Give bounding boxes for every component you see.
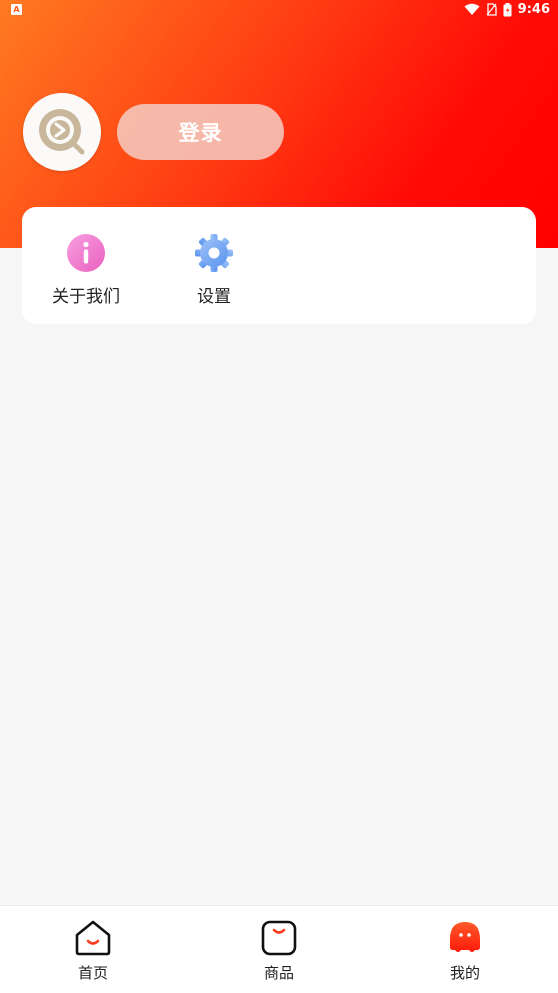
- goods-bag-icon: [261, 920, 297, 956]
- status-bar: A 9:46: [0, 0, 558, 22]
- app-logo-icon: [39, 109, 85, 155]
- profile-mascot-icon: [450, 922, 480, 952]
- info-icon: [67, 234, 105, 272]
- menu-item-label: 关于我们: [52, 287, 120, 307]
- wifi-icon: [464, 3, 480, 15]
- home-icon: [75, 920, 111, 956]
- nav-label: 我的: [449, 964, 480, 982]
- nav-item-goods[interactable]: 商品: [186, 906, 372, 993]
- menu-item-about-us[interactable]: 关于我们: [22, 207, 150, 324]
- avatar[interactable]: [23, 93, 101, 171]
- status-right-group: 9:46: [464, 2, 550, 17]
- menu-card: 关于我们 设置: [22, 207, 536, 324]
- gear-icon: [195, 234, 233, 272]
- notification-app-icon: A: [11, 4, 22, 15]
- battery-icon: [503, 2, 512, 16]
- nav-label: 首页: [77, 964, 108, 982]
- nav-item-home[interactable]: 首页: [0, 906, 186, 993]
- menu-item-label: 设置: [197, 287, 231, 307]
- menu-item-settings[interactable]: 设置: [150, 207, 278, 324]
- status-time: 9:46: [517, 2, 550, 17]
- login-button[interactable]: 登录: [117, 104, 284, 160]
- bottom-nav: 首页 商品 我的: [0, 905, 558, 993]
- no-sim-icon: [486, 3, 497, 16]
- nav-item-mine[interactable]: 我的: [372, 906, 558, 993]
- nav-label: 商品: [263, 964, 294, 982]
